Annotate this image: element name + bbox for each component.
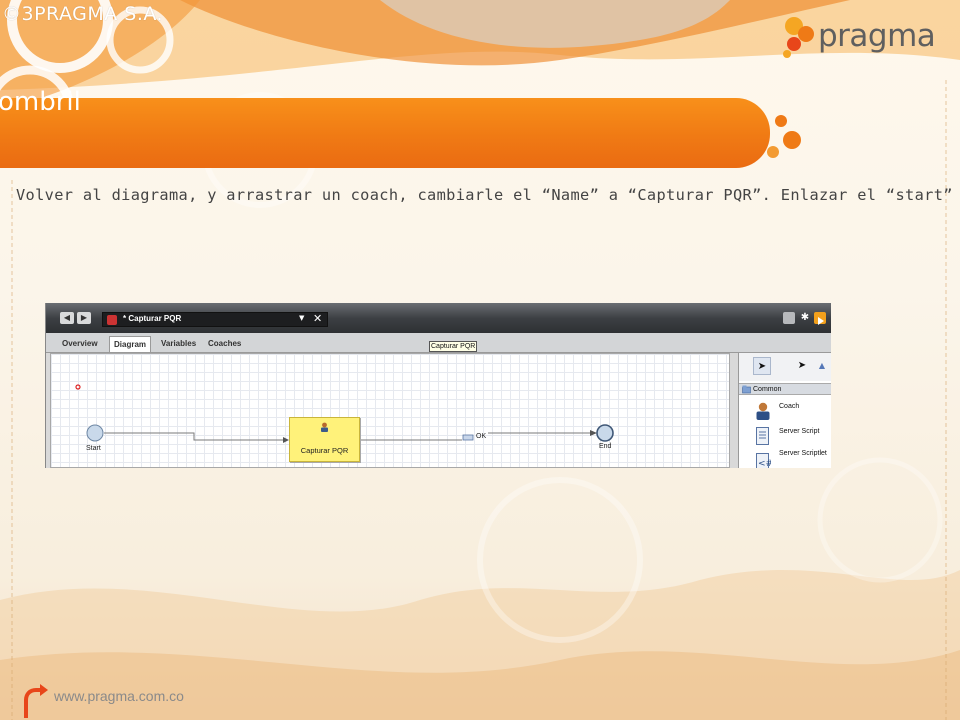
editor-tab[interactable]: * Capturar PQR ▼ ✕ <box>102 312 328 327</box>
diagram-canvas[interactable]: Start OK End Capturar PQR <box>50 353 730 468</box>
editor-titlebar: ◀ ▶ * Capturar PQR ▼ ✕ ✱ <box>46 303 831 333</box>
pragma-logo-icon <box>783 17 814 58</box>
tab-coaches[interactable]: Coaches <box>204 336 245 352</box>
run-icon[interactable] <box>814 312 826 325</box>
palette-panel: ➤ ➤ ▲ Common Coach Server Script < Serve… <box>738 353 831 468</box>
tab-diagram[interactable]: Diagram <box>109 336 152 352</box>
instruction-text: Volver al diagrama, y arrastrar un coach… <box>16 186 953 204</box>
palette-section-common[interactable]: Common <box>739 383 831 395</box>
end-event-node <box>596 424 614 442</box>
designer-screenshot: ◀ ▶ * Capturar PQR ▼ ✕ ✱ Overview Diagra… <box>45 303 831 468</box>
start-label: Start <box>86 445 101 452</box>
title-banner <box>0 98 770 168</box>
start-event-node <box>86 424 104 442</box>
palette-item-coach[interactable]: Coach <box>779 403 799 410</box>
forward-button[interactable]: ▶ <box>77 312 91 324</box>
coach-label: Capturar PQR <box>300 446 349 455</box>
debug-icon[interactable]: ✱ <box>799 312 811 324</box>
editor-tab-label: * Capturar PQR <box>123 314 182 323</box>
process-icon <box>107 315 117 325</box>
tab-variables[interactable]: Variables <box>157 336 200 352</box>
copyright-text: ©3PRAGMA S.A. <box>2 3 164 25</box>
error-marker-icon <box>75 384 81 390</box>
server-scriptlet-icon[interactable]: <# <box>755 453 771 468</box>
palette-item-server-script[interactable]: Server Script <box>779 428 819 435</box>
svg-text:<#: <# <box>758 459 771 468</box>
logo-wordmark: pragma <box>818 18 936 54</box>
end-label: End <box>599 443 612 450</box>
coach-icon[interactable] <box>755 402 771 420</box>
close-icon[interactable]: ✕ <box>313 312 322 325</box>
server-script-icon[interactable] <box>755 427 771 445</box>
flow-label: OK <box>476 433 487 440</box>
palette-toolbar: ➤ ➤ ▲ <box>739 353 831 381</box>
slide-title: ombril <box>0 87 81 117</box>
minimize-icon[interactable] <box>783 312 795 324</box>
diagram-connections <box>75 384 614 443</box>
chevron-down-icon[interactable]: ▼ <box>299 314 304 322</box>
scroll-up-icon[interactable]: ▲ <box>813 357 831 375</box>
tooltip: Capturar PQR <box>429 341 478 352</box>
slide: ©3PRAGMA S.A. pragma ombril Volver al di… <box>0 0 960 720</box>
connect-tool-icon[interactable]: ➤ <box>793 357 811 375</box>
back-button[interactable]: ◀ <box>60 312 74 324</box>
palette-item-server-scriptlet[interactable]: Server Scriptlet <box>779 450 827 457</box>
palette-section-label: Common <box>753 386 782 393</box>
ok-flow-icon <box>462 434 474 441</box>
select-tool-icon[interactable]: ➤ <box>753 357 771 375</box>
coach-icon <box>321 422 328 432</box>
folder-icon <box>742 385 751 394</box>
pragma-logo: pragma <box>782 14 936 58</box>
coach-node[interactable]: Capturar PQR <box>289 417 360 462</box>
tab-overview[interactable]: Overview <box>58 336 102 352</box>
flow-start-to-coach <box>104 432 283 441</box>
footer-url[interactable]: www.pragma.com.co <box>54 688 184 704</box>
